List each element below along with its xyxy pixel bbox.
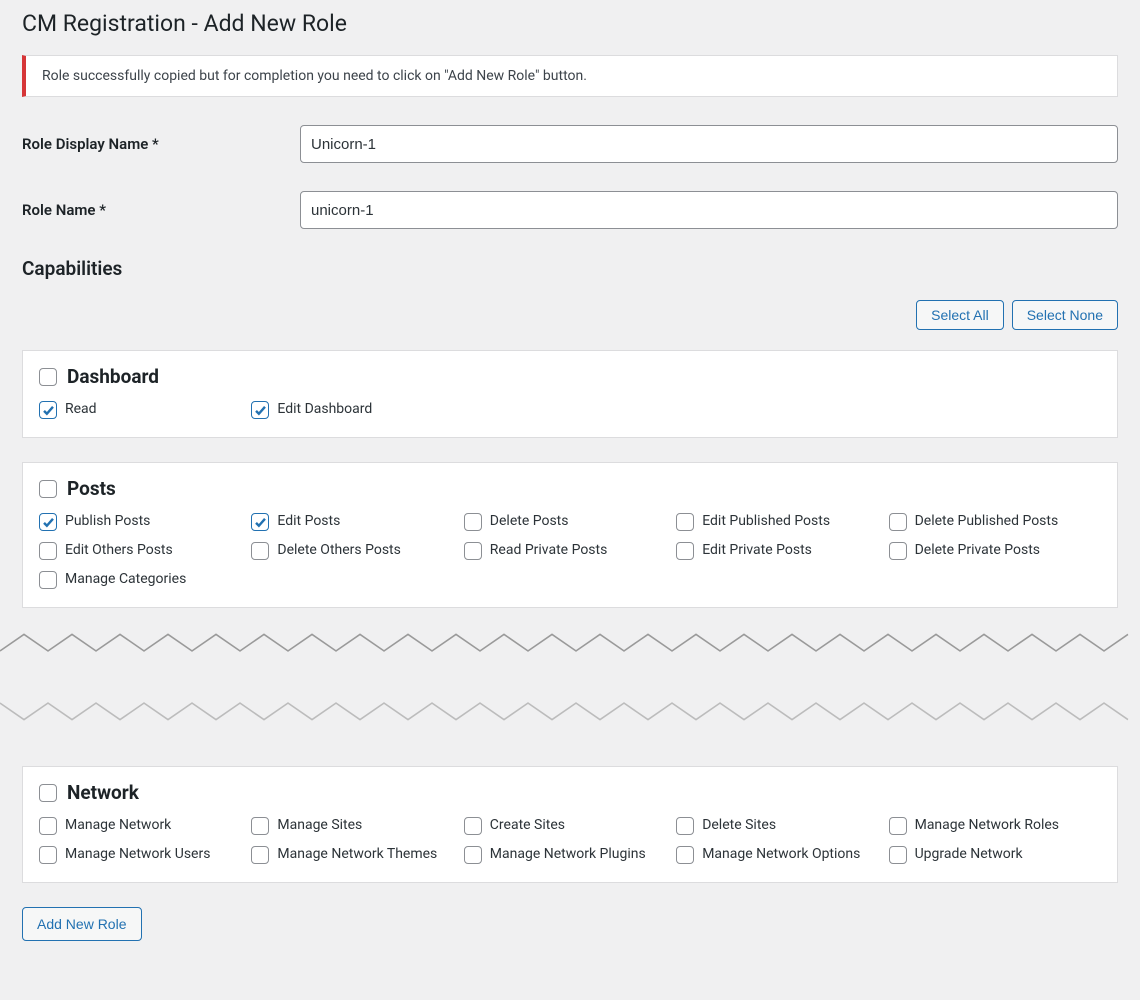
capability-label: Manage Sites	[277, 816, 362, 835]
capability-label: Publish Posts	[65, 512, 150, 531]
group-checkbox[interactable]	[39, 368, 57, 386]
capability-item[interactable]: Read Private Posts	[464, 541, 676, 560]
group-title: Dashboard	[67, 365, 159, 388]
capability-item[interactable]: Delete Private Posts	[889, 541, 1101, 560]
capability-label: Create Sites	[490, 816, 565, 835]
checkbox-checked-icon[interactable]	[251, 513, 269, 531]
checkbox-unchecked-icon[interactable]	[251, 817, 269, 835]
capability-item[interactable]: Delete Posts	[464, 512, 676, 531]
capability-label: Edit Others Posts	[65, 541, 173, 560]
checkbox-unchecked-icon[interactable]	[676, 817, 694, 835]
capability-label: Read Private Posts	[490, 541, 608, 560]
capability-item[interactable]: Edit Published Posts	[676, 512, 888, 531]
select-all-button[interactable]: Select All	[916, 300, 1004, 330]
capability-label: Manage Network Options	[702, 845, 860, 864]
role-display-name-input[interactable]	[300, 125, 1118, 163]
capability-label: Delete Posts	[490, 512, 569, 531]
capability-item[interactable]: Manage Network	[39, 816, 251, 835]
role-display-name-label: Role Display Name *	[22, 135, 300, 153]
capability-label: Manage Network	[65, 816, 171, 835]
capability-item[interactable]: Delete Published Posts	[889, 512, 1101, 531]
capability-label: Upgrade Network	[915, 845, 1023, 864]
capability-item[interactable]: Edit Dashboard	[251, 400, 463, 419]
checkbox-unchecked-icon[interactable]	[39, 571, 57, 589]
page-title: CM Registration - Add New Role	[22, 10, 1118, 37]
checkbox-unchecked-icon[interactable]	[39, 817, 57, 835]
checkbox-unchecked-icon[interactable]	[889, 817, 907, 835]
capability-item[interactable]: Create Sites	[464, 816, 676, 835]
checkbox-unchecked-icon[interactable]	[889, 542, 907, 560]
capability-item[interactable]: Upgrade Network	[889, 845, 1101, 864]
checkbox-unchecked-icon[interactable]	[676, 513, 694, 531]
checkbox-unchecked-icon[interactable]	[464, 542, 482, 560]
capability-label: Manage Categories	[65, 570, 186, 589]
checkbox-unchecked-icon[interactable]	[676, 846, 694, 864]
group-title: Network	[67, 781, 139, 804]
capability-item[interactable]: Manage Network Roles	[889, 816, 1101, 835]
capability-group: Network Manage Network Manage Sites Create …	[22, 766, 1118, 883]
role-name-label: Role Name *	[22, 201, 300, 219]
capability-item[interactable]: Publish Posts	[39, 512, 251, 531]
capability-item[interactable]: Read	[39, 400, 251, 419]
capability-item[interactable]: Delete Others Posts	[251, 541, 463, 560]
capability-item[interactable]: Manage Network Users	[39, 845, 251, 864]
capabilities-heading: Capabilities	[22, 257, 1118, 280]
capability-item[interactable]: Edit Posts	[251, 512, 463, 531]
checkbox-unchecked-icon[interactable]	[251, 542, 269, 560]
capability-item[interactable]: Delete Sites	[676, 816, 888, 835]
capability-item[interactable]: Manage Categories	[39, 570, 251, 589]
select-none-button[interactable]: Select None	[1012, 300, 1118, 330]
content-cut-indicator	[0, 632, 1140, 726]
checkbox-unchecked-icon[interactable]	[676, 542, 694, 560]
capability-group: Dashboard Read Edit Dashboard	[22, 350, 1118, 438]
capability-label: Edit Posts	[277, 512, 340, 531]
capability-label: Delete Sites	[702, 816, 776, 835]
checkbox-unchecked-icon[interactable]	[889, 846, 907, 864]
capability-item[interactable]: Manage Network Plugins	[464, 845, 676, 864]
capability-item[interactable]: Edit Private Posts	[676, 541, 888, 560]
capability-item[interactable]: Edit Others Posts	[39, 541, 251, 560]
checkbox-checked-icon[interactable]	[251, 401, 269, 419]
add-new-role-button[interactable]: Add New Role	[22, 907, 142, 941]
group-checkbox[interactable]	[39, 480, 57, 498]
checkbox-checked-icon[interactable]	[39, 401, 57, 419]
capability-label: Manage Network Roles	[915, 816, 1059, 835]
checkbox-unchecked-icon[interactable]	[464, 817, 482, 835]
group-checkbox[interactable]	[39, 784, 57, 802]
capability-label: Delete Published Posts	[915, 512, 1059, 531]
capability-label: Edit Dashboard	[277, 400, 372, 419]
capability-group: Posts Publish Posts Edit Posts Delete Posts…	[22, 462, 1118, 608]
capability-label: Edit Private Posts	[702, 541, 812, 560]
capability-label: Read	[65, 400, 97, 419]
group-title: Posts	[67, 477, 116, 500]
checkbox-unchecked-icon[interactable]	[39, 542, 57, 560]
capability-label: Delete Others Posts	[277, 541, 400, 560]
capability-label: Manage Network Users	[65, 845, 210, 864]
capability-label: Delete Private Posts	[915, 541, 1040, 560]
checkbox-unchecked-icon[interactable]	[889, 513, 907, 531]
capability-label: Manage Network Themes	[277, 845, 437, 864]
capability-item[interactable]: Manage Network Themes	[251, 845, 463, 864]
capability-label: Manage Network Plugins	[490, 845, 646, 864]
notice-text: Role successfully copied but for complet…	[42, 68, 587, 84]
role-name-input[interactable]	[300, 191, 1118, 229]
capability-item[interactable]: Manage Sites	[251, 816, 463, 835]
checkbox-checked-icon[interactable]	[39, 513, 57, 531]
checkbox-unchecked-icon[interactable]	[464, 846, 482, 864]
checkbox-unchecked-icon[interactable]	[464, 513, 482, 531]
checkbox-unchecked-icon[interactable]	[39, 846, 57, 864]
capability-item[interactable]: Manage Network Options	[676, 845, 888, 864]
checkbox-unchecked-icon[interactable]	[251, 846, 269, 864]
notice-banner: Role successfully copied but for complet…	[22, 55, 1118, 97]
capability-label: Edit Published Posts	[702, 512, 830, 531]
